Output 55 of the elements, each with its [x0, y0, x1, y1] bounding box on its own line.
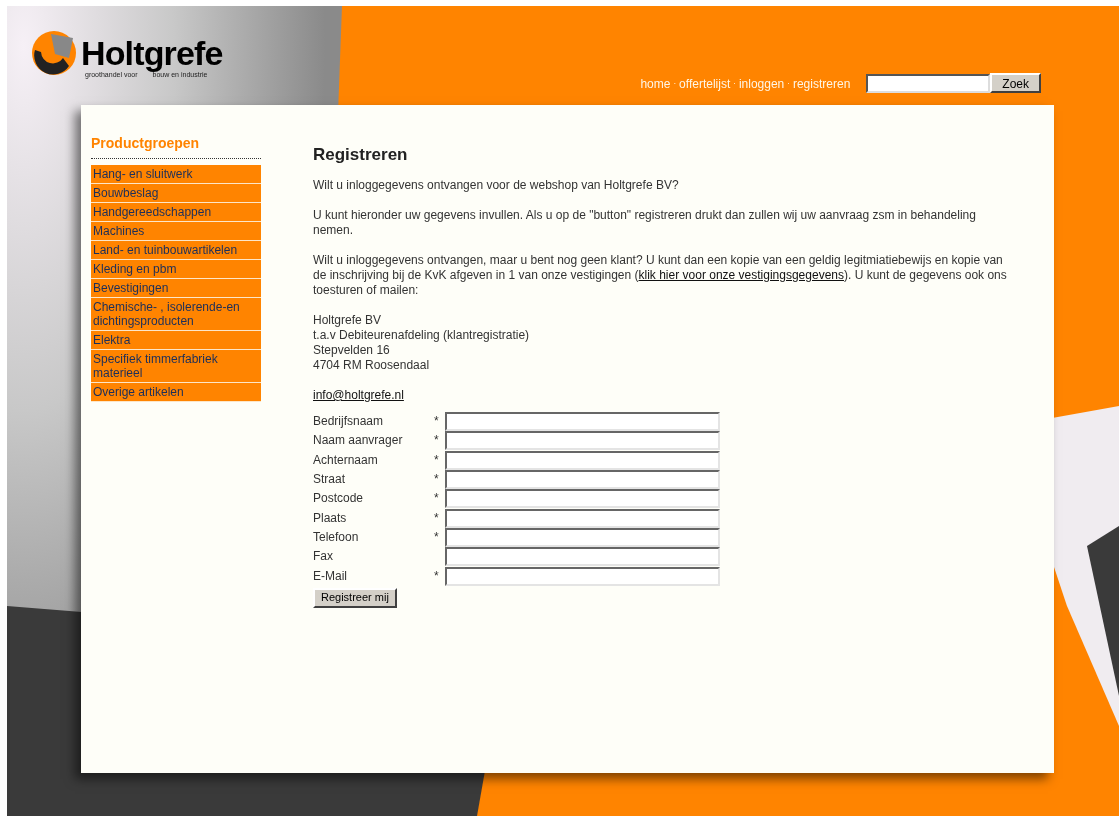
search-button[interactable]: Zoek — [990, 73, 1041, 93]
address-line: 4704 RM Roosendaal — [313, 358, 431, 373]
logo-icon — [29, 28, 79, 78]
field-label: Plaats — [313, 510, 348, 526]
category-item[interactable]: Bouwbeslag — [91, 184, 261, 203]
category-item[interactable]: Land- en tuinbouwartikelen — [91, 241, 261, 260]
nav-separator: · — [673, 78, 677, 90]
required-marker: * — [434, 452, 439, 467]
locations-link[interactable]: klik hier voor onze vestigingsgegevens — [638, 268, 844, 282]
page-title: Registreren — [313, 147, 409, 162]
intro-text: Wilt u inloggegevens ontvangen voor de webshop van Holtgrefe BV? — [313, 178, 680, 193]
submit-button[interactable]: Registreer mij — [313, 587, 397, 608]
email-link[interactable]: info@holtgrefe.nl — [313, 388, 1013, 403]
instructions-text: U kunt hieronder uw gegevens invullen. Als u op de "button" registreren drukt dan zullen wij uw aanvraag zsm in behandeling nemen. — [313, 208, 977, 238]
address-line: Stepvelden 16 — [313, 343, 391, 358]
input-field[interactable] — [445, 547, 720, 567]
field-label: Bedrijfsnaam — [313, 414, 385, 430]
input-field[interactable] — [445, 412, 720, 432]
category-item[interactable]: Elektra — [91, 331, 261, 350]
address-line: Holtgrefe BV — [313, 313, 383, 328]
logo-wordmark: Holtgrefe — [81, 36, 223, 70]
required-marker: * — [434, 491, 439, 506]
required-marker: * — [434, 472, 439, 487]
field-label: Achternaam — [313, 452, 379, 468]
sidebar-title: Productgroepen — [91, 133, 261, 159]
required-marker: * — [434, 414, 439, 429]
input-field[interactable] — [445, 470, 720, 490]
input-field[interactable] — [445, 489, 720, 509]
required-marker: * — [434, 529, 439, 544]
input-field[interactable] — [445, 431, 720, 451]
category-item[interactable]: Machines — [91, 222, 261, 241]
notice-text: Wilt u inloggegevens ontvangen, maar u bent nog geen klant? U kunt dan een kopie van een geldig legitmiatiebewijs en kopie van de inschrijving bij de KvK afgeven in 1 van onze vestigingen (klik hier voor onze vestigingsgegevens). U kunt de gegevens ook ons toesturen of mailen: — [313, 253, 1008, 298]
input-field[interactable] — [445, 508, 720, 528]
field-label: Fax — [313, 549, 334, 565]
required-marker: * — [434, 568, 439, 583]
input-field[interactable] — [445, 450, 720, 470]
input-field[interactable] — [445, 566, 720, 586]
category-item[interactable]: Chemische- , isolerende-en dichtingsproducten — [91, 298, 261, 331]
category-item[interactable]: Specifiek timmerfabriek materieel — [91, 350, 261, 383]
field-label: Telefoon — [313, 529, 360, 545]
category-item[interactable]: Hang- en sluitwerk — [91, 165, 261, 184]
category-item[interactable]: Kleding en pbm — [91, 260, 261, 279]
field-label: Postcode — [313, 491, 365, 507]
field-label: E-Mail — [313, 568, 348, 584]
nav-separator: · — [733, 78, 736, 90]
category-item[interactable]: Bevestigingen — [91, 279, 261, 298]
required-marker: * — [434, 433, 439, 448]
field-label: Straat — [313, 472, 346, 488]
address-line: t.a.v Debiteurenafdeling (klantregistratie) — [313, 328, 531, 343]
search-field[interactable] — [866, 73, 991, 93]
field-label: Naam aanvrager — [313, 433, 404, 449]
nav-separator: · — [787, 78, 790, 90]
category-item[interactable]: Overige artikelen — [91, 383, 261, 402]
required-marker: * — [434, 510, 439, 525]
category-item[interactable]: Handgereedschappen — [91, 203, 261, 222]
